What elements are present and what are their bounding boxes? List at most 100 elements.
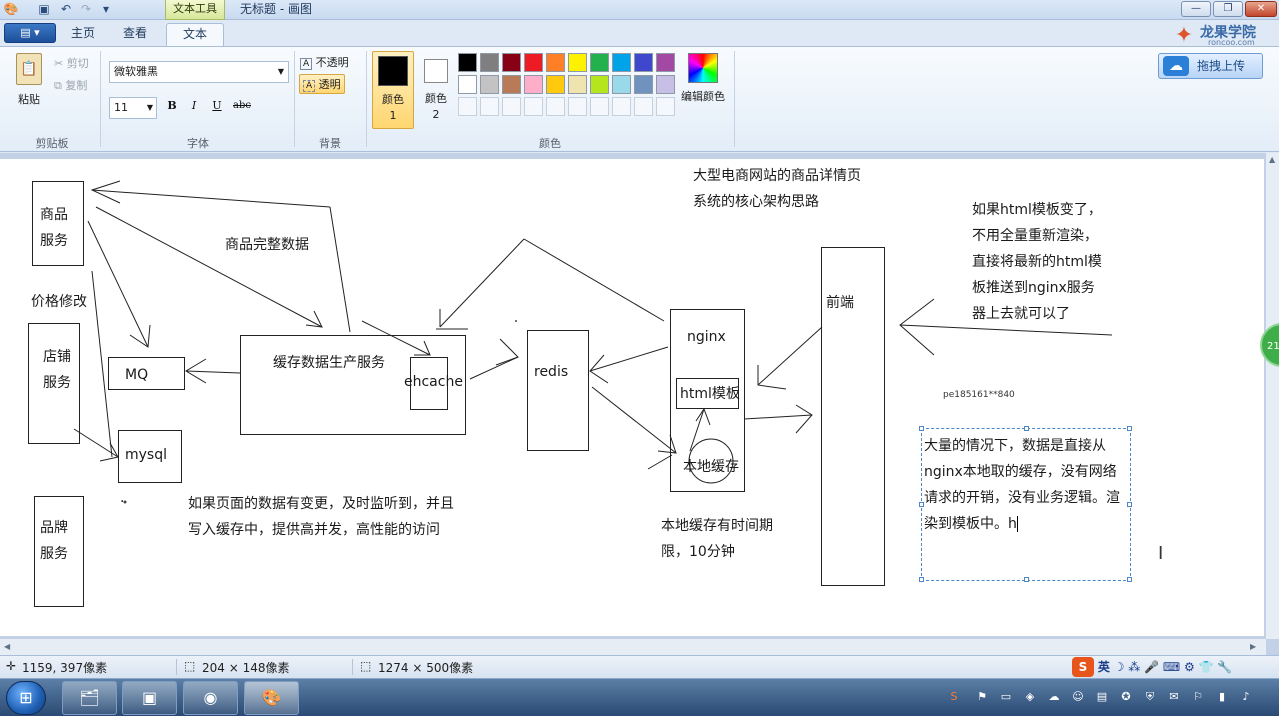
palette-swatch[interactable] xyxy=(634,53,653,72)
restore-button[interactable]: ❐ xyxy=(1213,1,1243,17)
tray-chat-icon[interactable]: ✉ xyxy=(1166,689,1182,705)
resize-handle[interactable] xyxy=(1024,426,1029,431)
palette-swatch[interactable] xyxy=(480,75,499,94)
palette-swatch[interactable] xyxy=(524,53,543,72)
custom-color-slot[interactable] xyxy=(502,97,521,116)
resize-handle[interactable] xyxy=(1127,426,1132,431)
palette-swatch[interactable] xyxy=(656,53,675,72)
custom-color-slot[interactable] xyxy=(568,97,587,116)
transparent-button[interactable]: A 透明 xyxy=(299,74,345,94)
edit-colors-button[interactable]: 编辑颜色 xyxy=(678,53,728,104)
resize-handle[interactable] xyxy=(919,577,924,582)
scroll-up-icon[interactable]: ▲ xyxy=(1269,155,1275,164)
sogou-icon[interactable]: S xyxy=(1072,657,1094,677)
tray-security-icon[interactable]: ✪ xyxy=(1118,689,1134,705)
strikethrough-button[interactable]: abc xyxy=(229,97,255,117)
palette-swatch[interactable] xyxy=(656,75,675,94)
scroll-right-icon[interactable]: ▶ xyxy=(1250,642,1256,651)
color2-button[interactable]: 颜色 2 xyxy=(418,51,454,129)
close-icon: ✕ xyxy=(1256,3,1266,14)
paste-button[interactable]: 📋 粘贴 xyxy=(10,53,48,113)
resize-handle[interactable] xyxy=(919,426,924,431)
tray-box-icon[interactable]: ▤ xyxy=(1094,689,1110,705)
mq-box: MQ xyxy=(108,357,185,390)
palette-swatch[interactable] xyxy=(634,75,653,94)
italic-button[interactable]: I xyxy=(184,97,204,117)
palette-swatch[interactable] xyxy=(546,75,565,94)
taskbar-paint[interactable]: 🎨 xyxy=(244,681,299,715)
palette-swatch[interactable] xyxy=(590,53,609,72)
cut-button[interactable]: ✂ 剪切 xyxy=(54,55,89,71)
scroll-left-icon[interactable]: ◀ xyxy=(4,642,10,651)
close-button[interactable]: ✕ xyxy=(1245,1,1277,17)
custom-color-slot[interactable] xyxy=(480,97,499,116)
tray-flag-icon[interactable]: ⚐ xyxy=(1190,689,1206,705)
resize-handle[interactable] xyxy=(1127,577,1132,582)
save-icon[interactable]: ▣ xyxy=(36,2,52,17)
underline-button[interactable]: U xyxy=(207,97,227,117)
opaque-icon: A xyxy=(300,58,313,70)
paint-app-icon[interactable]: 🎨 xyxy=(3,2,19,17)
app-menu-button[interactable]: ▤ ▾ xyxy=(4,23,56,43)
group-separator xyxy=(100,51,101,147)
horizontal-scrollbar[interactable]: ◀ ▶ xyxy=(0,639,1266,655)
custom-color-slot[interactable] xyxy=(634,97,653,116)
palette-swatch[interactable] xyxy=(458,53,477,72)
resize-handle[interactable] xyxy=(1024,577,1029,582)
taskbar-recorder[interactable]: ◉ xyxy=(183,681,238,715)
ime-mode[interactable]: 英 xyxy=(1098,660,1110,674)
palette-swatch[interactable] xyxy=(502,75,521,94)
tray-shield-icon[interactable]: ⛨ xyxy=(1142,689,1158,705)
redo-icon[interactable]: ↷ xyxy=(78,2,94,17)
color1-button[interactable]: 颜色 1 xyxy=(372,51,414,129)
vertical-scrollbar[interactable]: ▲ xyxy=(1266,153,1279,639)
window-title: 无标题 - 画图 xyxy=(240,2,312,16)
bold-button[interactable]: B xyxy=(162,97,182,117)
ime-toolbar[interactable]: S 英 ☽ ⁂ 🎤 ⌨ ⚙ 👕 🔧 xyxy=(1072,656,1232,678)
sogou-tray-icon[interactable]: S xyxy=(946,689,962,705)
custom-color-slot[interactable] xyxy=(656,97,675,116)
palette-swatch[interactable] xyxy=(612,75,631,94)
palette-swatch[interactable] xyxy=(480,53,499,72)
palette-swatch[interactable] xyxy=(612,53,631,72)
tray-signal-icon[interactable]: ▮ xyxy=(1214,689,1230,705)
taskbar-explorer[interactable]: 🗂 xyxy=(62,681,117,715)
tab-view[interactable]: 查看 xyxy=(112,23,158,46)
palette-swatch[interactable] xyxy=(502,53,521,72)
palette-swatch[interactable] xyxy=(590,75,609,94)
palette-swatch[interactable] xyxy=(546,53,565,72)
ime-tools-icon[interactable]: ☽ ⁂ 🎤 ⌨ ⚙ 👕 🔧 xyxy=(1114,660,1233,674)
tray-cloud-icon[interactable]: ☁ xyxy=(1046,689,1062,705)
tray-user-icon[interactable]: ☺ xyxy=(1070,689,1086,705)
tray-app-icon[interactable]: ◈ xyxy=(1022,689,1038,705)
drawing-canvas[interactable]: 商品服务 价格修改 店铺服务 品牌服务 MQ mysql · 缓存数据生产服务 … xyxy=(0,159,1264,636)
palette-swatch[interactable] xyxy=(568,75,587,94)
tray-volume-icon[interactable]: ♪ xyxy=(1238,689,1254,705)
copy-button[interactable]: ⧉ 复制 xyxy=(54,77,87,93)
palette-swatch[interactable] xyxy=(568,53,587,72)
palette-swatch[interactable] xyxy=(458,75,477,94)
font-size-select[interactable]: 11 ▼ xyxy=(109,97,157,119)
minimize-button[interactable]: — xyxy=(1181,1,1211,17)
opaque-button[interactable]: A 不透明 xyxy=(300,54,349,70)
undo-icon[interactable]: ↶ xyxy=(58,2,74,17)
quick-access-dropdown-icon[interactable]: ▾ xyxy=(98,2,114,17)
tab-text[interactable]: 文本 xyxy=(166,23,224,46)
palette-swatch[interactable] xyxy=(524,75,543,94)
terminal-icon: ▣ xyxy=(141,688,158,707)
text-edit-content[interactable]: 大量的情况下，数据是直接从nginx本地取的缓存，没有网络请求的开销，没有业务逻… xyxy=(924,433,1130,537)
font-family-select[interactable]: 微软雅黑 ▼ xyxy=(109,61,289,83)
taskbar-app-s[interactable]: ▣ xyxy=(122,681,177,715)
custom-color-slot[interactable] xyxy=(590,97,609,116)
tray-network-icon[interactable]: ⚑ xyxy=(974,689,990,705)
tray-monitor-icon[interactable]: ▭ xyxy=(998,689,1014,705)
start-button[interactable]: ⊞ xyxy=(6,681,46,715)
drag-upload-button[interactable]: ☁ 拖拽上传 xyxy=(1158,53,1263,79)
chevron-down-icon: ▼ xyxy=(146,103,153,112)
custom-color-slot[interactable] xyxy=(612,97,631,116)
custom-color-slot[interactable] xyxy=(546,97,565,116)
custom-color-slot[interactable] xyxy=(458,97,477,116)
text-edit-box[interactable]: 大量的情况下，数据是直接从nginx本地取的缓存，没有网络请求的开销，没有业务逻… xyxy=(919,426,1132,582)
custom-color-slot[interactable] xyxy=(524,97,543,116)
tab-home[interactable]: 主页 xyxy=(60,23,106,46)
